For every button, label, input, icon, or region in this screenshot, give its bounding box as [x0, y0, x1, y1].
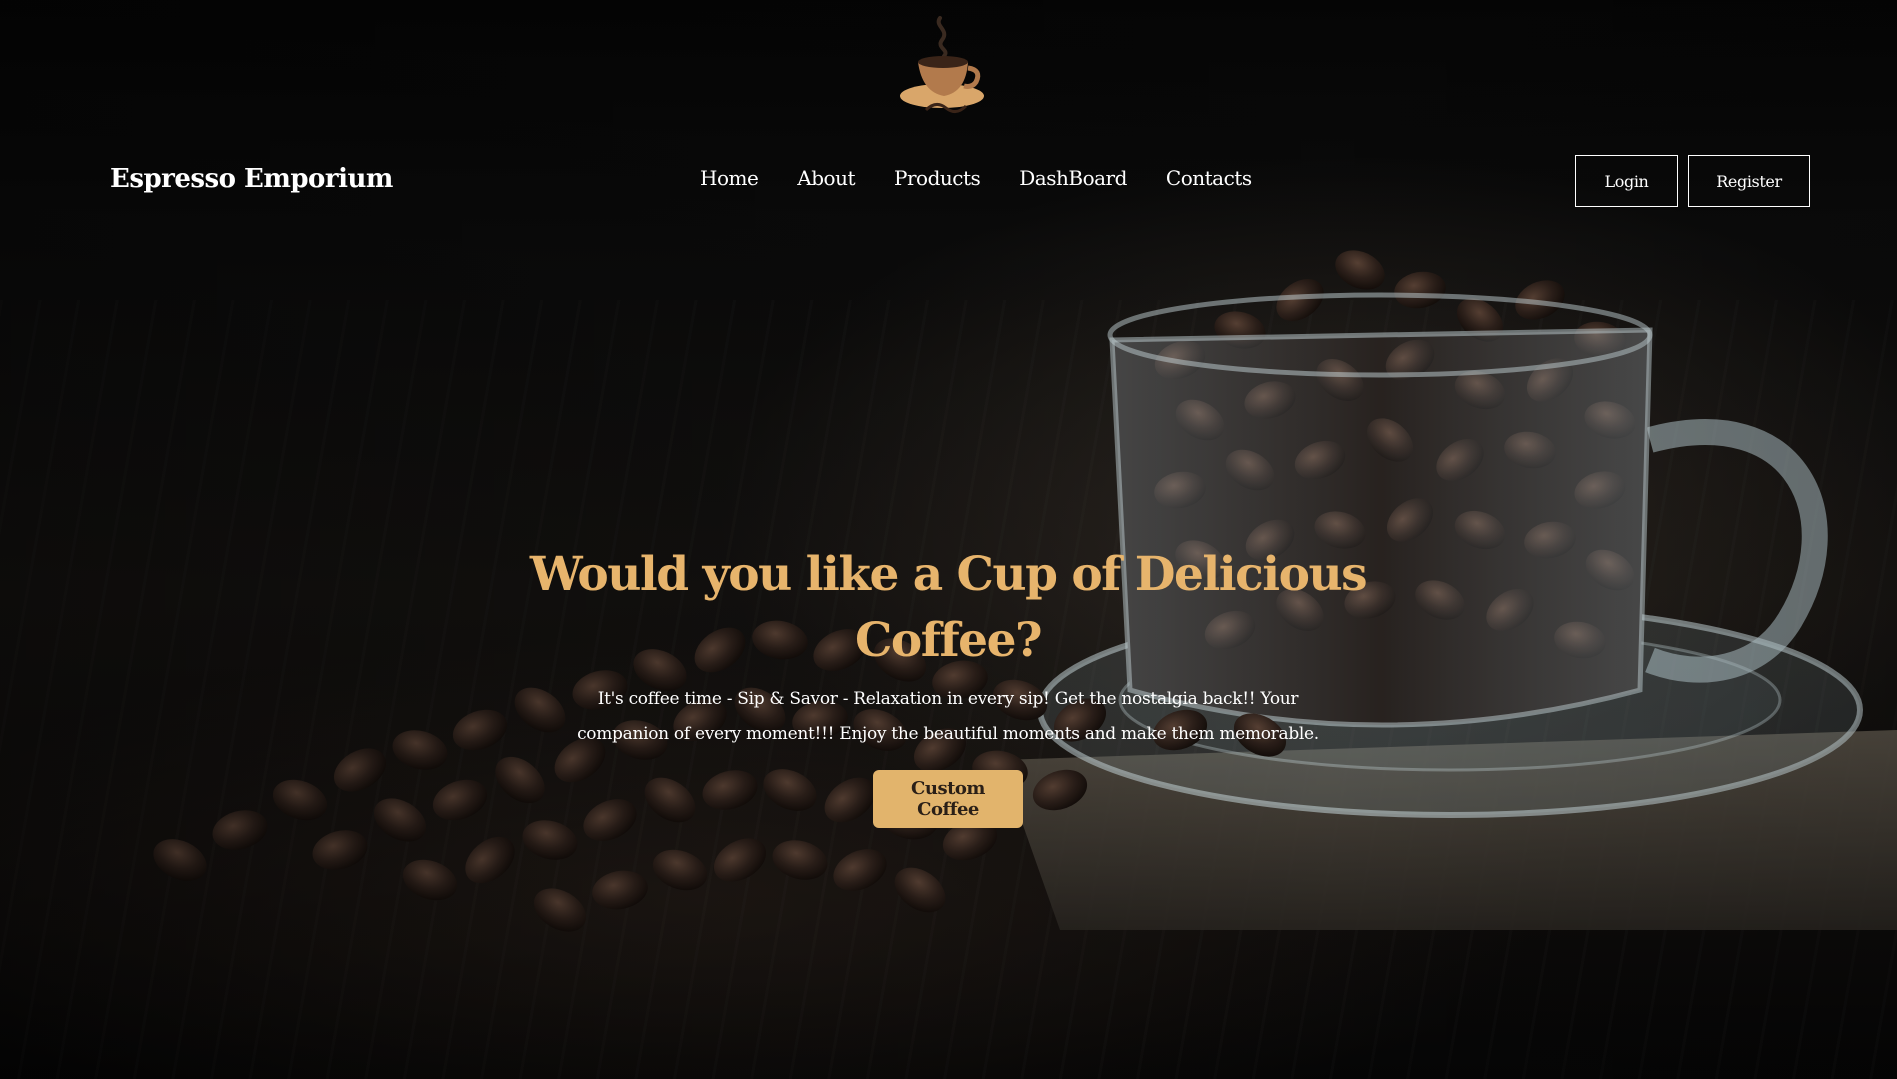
main-navbar: Espresso Emporium Home About Products Da… [0, 150, 1897, 212]
nav-link-dashboard[interactable]: DashBoard [1019, 166, 1127, 190]
hero-title: Would you like a Cup of Delicious Coffee… [529, 547, 1368, 668]
auth-buttons: Login Register [1575, 155, 1810, 207]
nav-link-contacts[interactable]: Contacts [1166, 166, 1252, 190]
nav-link-products[interactable]: Products [894, 166, 981, 190]
brand-name[interactable]: Espresso Emporium [110, 164, 393, 194]
nav-link-home[interactable]: Home [700, 166, 759, 190]
register-button[interactable]: Register [1688, 155, 1810, 207]
custom-coffee-button[interactable]: Custom Coffee [873, 770, 1023, 828]
hero-subtitle: It's coffee time - Sip & Savor - Relaxat… [577, 689, 1319, 744]
site-logo[interactable] [896, 10, 992, 130]
nav-link-about[interactable]: About [797, 166, 855, 190]
nav-links: Home About Products DashBoard Contacts [700, 166, 1252, 190]
coffee-cup-logo-icon [900, 16, 984, 113]
login-button[interactable]: Login [1575, 155, 1678, 207]
hero-section: Would you like a Cup of Delicious Coffee… [448, 542, 1448, 828]
